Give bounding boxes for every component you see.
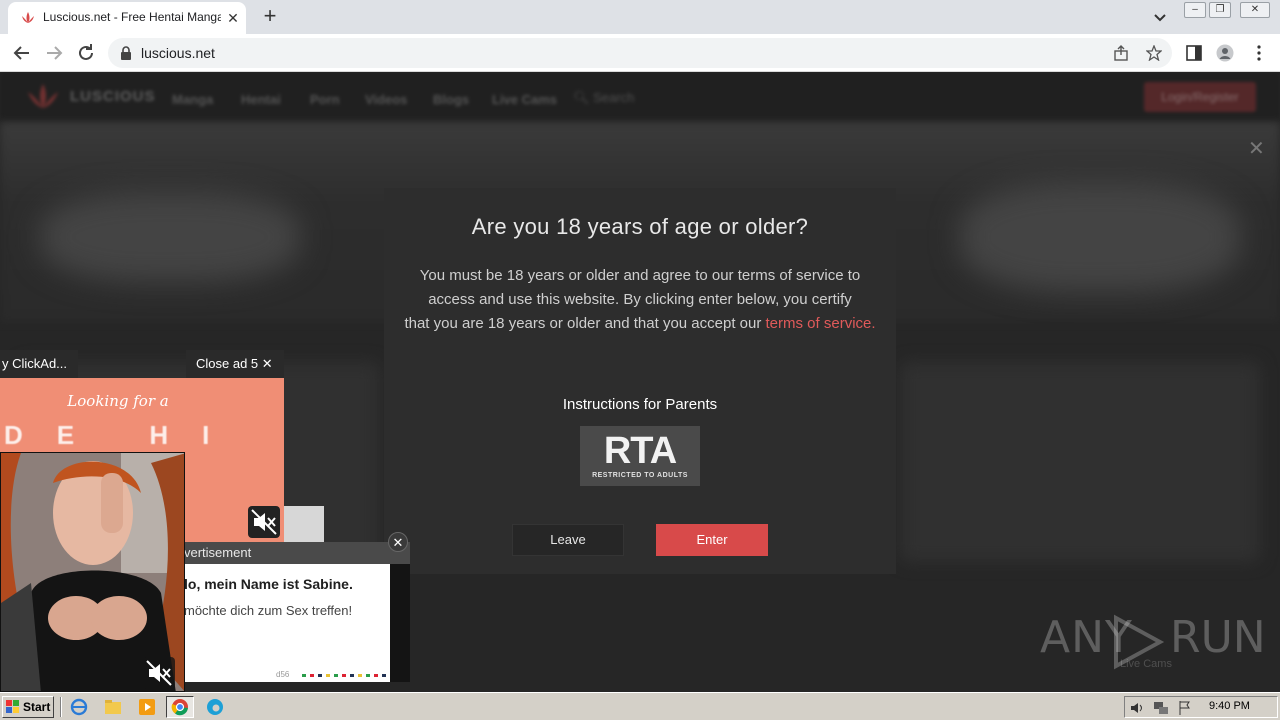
internet-explorer-icon[interactable] bbox=[70, 698, 88, 716]
modal-title: Are you 18 years of age or older? bbox=[471, 214, 809, 239]
rta-logo-subtext: RESTRICTED TO ADULTS bbox=[592, 472, 688, 479]
nav-porn[interactable]: Porn bbox=[310, 92, 340, 107]
ad-popup-text: möchte dich zum Sex treffen! bbox=[184, 603, 353, 618]
close-ad-label: Close ad 5 bbox=[196, 356, 259, 371]
url-text[interactable]: luscious.net bbox=[141, 45, 215, 61]
reload-icon[interactable] bbox=[74, 41, 98, 65]
tab-search-chevron-icon[interactable] bbox=[1150, 7, 1170, 27]
taskbar-clock[interactable]: 9:40 PM bbox=[1209, 700, 1250, 712]
video-ad[interactable] bbox=[0, 452, 185, 692]
tab-title: Luscious.net - Free Hentai Manga, D bbox=[43, 10, 221, 24]
modal-body-line: access and use this website. By clicking… bbox=[428, 291, 852, 308]
edge-icon[interactable] bbox=[206, 698, 224, 716]
forward-arrow-icon[interactable] bbox=[42, 41, 66, 65]
chrome-icon bbox=[171, 699, 188, 716]
close-ad-button[interactable]: Close ad 5 ✕ bbox=[186, 350, 284, 378]
close-x-icon: ✕ bbox=[261, 356, 273, 371]
page-content: LUSCIOUS Manga Hentai Porn Videos Blogs … bbox=[0, 72, 1280, 692]
rta-logo-text: RTA bbox=[603, 430, 677, 472]
anyrun-watermark: ANY RUN Live Cams bbox=[1040, 612, 1266, 672]
nav-videos[interactable]: Videos bbox=[365, 92, 407, 107]
muted-speaker-icon[interactable] bbox=[143, 657, 175, 689]
nav-hentai[interactable]: Hentai bbox=[241, 92, 281, 107]
site-logo-text[interactable]: LUSCIOUS bbox=[70, 88, 156, 105]
minimize-button[interactable]: – bbox=[1184, 2, 1206, 18]
terms-of-service-link[interactable]: terms of service. bbox=[766, 315, 876, 332]
nav-live-cams[interactable]: Live Cams bbox=[492, 92, 557, 107]
ad-placeholder-box bbox=[284, 506, 324, 546]
ad-loading-dots bbox=[302, 674, 388, 677]
lotus-logo-icon bbox=[28, 84, 58, 108]
muted-speaker-icon[interactable] bbox=[248, 506, 280, 538]
watermark-subtext: Live Cams bbox=[1120, 658, 1172, 670]
watermark-run: RUN bbox=[1170, 612, 1266, 663]
login-register-button[interactable]: Login/Register bbox=[1144, 82, 1256, 112]
windows-logo-icon bbox=[6, 700, 19, 713]
browser-tab-active[interactable]: Luscious.net - Free Hentai Manga, D ✕ bbox=[8, 2, 246, 34]
ad-banner-letters: DE HI bbox=[4, 420, 244, 450]
bookmark-star-icon[interactable] bbox=[1146, 45, 1162, 61]
windows-taskbar: Start 9:40 PM bbox=[0, 692, 1280, 720]
rta-logo[interactable]: RTA RESTRICTED TO ADULTS bbox=[580, 426, 700, 486]
new-tab-button[interactable]: + bbox=[258, 5, 282, 29]
tab-close-icon[interactable]: ✕ bbox=[224, 9, 242, 27]
restore-button[interactable]: ❐ bbox=[1209, 2, 1231, 18]
start-button[interactable]: Start bbox=[2, 696, 54, 718]
ad-network-label: y ClickAd... bbox=[0, 350, 78, 378]
modal-body: You must be 18 years or older and agree … bbox=[400, 264, 880, 336]
ad-banner-text: Looking for a bbox=[67, 392, 169, 410]
back-arrow-icon[interactable] bbox=[10, 41, 34, 65]
volume-icon[interactable] bbox=[1129, 700, 1145, 716]
share-icon[interactable] bbox=[1113, 45, 1129, 61]
lock-icon[interactable] bbox=[120, 46, 132, 60]
taskbar-separator bbox=[60, 697, 62, 717]
side-panel-icon[interactable] bbox=[1185, 44, 1203, 62]
kebab-menu-icon[interactable] bbox=[1250, 44, 1268, 62]
age-verification-modal: Are you 18 years of age or older? You mu… bbox=[384, 188, 896, 574]
hero-blur-shape bbox=[40, 192, 300, 282]
network-icon[interactable] bbox=[1153, 700, 1169, 716]
browser-toolbar: luscious.net bbox=[0, 34, 1280, 72]
media-player-icon[interactable] bbox=[138, 698, 156, 716]
hero-close-icon[interactable]: ✕ bbox=[1248, 136, 1265, 161]
search-placeholder: Search bbox=[593, 90, 635, 105]
ad-popup-title: lo, mein Name ist Sabine. bbox=[184, 576, 353, 592]
modal-body-line: that you are 18 years or older and that … bbox=[404, 315, 766, 332]
thumbnail-row bbox=[900, 362, 1260, 562]
ad-popup-close-button[interactable]: ✕ bbox=[388, 532, 408, 552]
ad-popup-footnote: d56 bbox=[276, 670, 290, 679]
start-label: Start bbox=[23, 700, 51, 714]
system-tray: 9:40 PM bbox=[1124, 696, 1278, 718]
lotus-favicon-icon bbox=[22, 12, 34, 23]
modal-body-line: You must be 18 years or older and agree … bbox=[419, 267, 861, 284]
action-center-flag-icon[interactable] bbox=[1177, 700, 1193, 716]
chrome-taskbar-button[interactable] bbox=[166, 696, 194, 718]
ad-popup-card[interactable]: lo, mein Name ist Sabine. möchte dich zu… bbox=[184, 564, 390, 682]
close-window-button[interactable]: ✕ bbox=[1240, 2, 1270, 18]
file-explorer-icon[interactable] bbox=[104, 698, 122, 716]
browser-tab-bar: Luscious.net - Free Hentai Manga, D ✕ + … bbox=[0, 0, 1280, 34]
address-bar[interactable]: luscious.net bbox=[108, 38, 1172, 68]
nav-manga[interactable]: Manga bbox=[172, 92, 213, 107]
hero-blur-shape bbox=[960, 182, 1240, 292]
enter-button[interactable]: Enter bbox=[656, 524, 768, 556]
advertisement-label: vertisement bbox=[184, 542, 410, 564]
profile-avatar-icon[interactable] bbox=[1216, 44, 1234, 62]
leave-button[interactable]: Leave bbox=[512, 524, 624, 556]
nav-blogs[interactable]: Blogs bbox=[433, 92, 469, 107]
site-search-input[interactable]: 🔍︎ Search bbox=[573, 90, 634, 106]
instructions-for-parents-link[interactable]: Instructions for Parents bbox=[384, 396, 896, 413]
site-header: LUSCIOUS Manga Hentai Porn Videos Blogs … bbox=[0, 72, 1280, 122]
